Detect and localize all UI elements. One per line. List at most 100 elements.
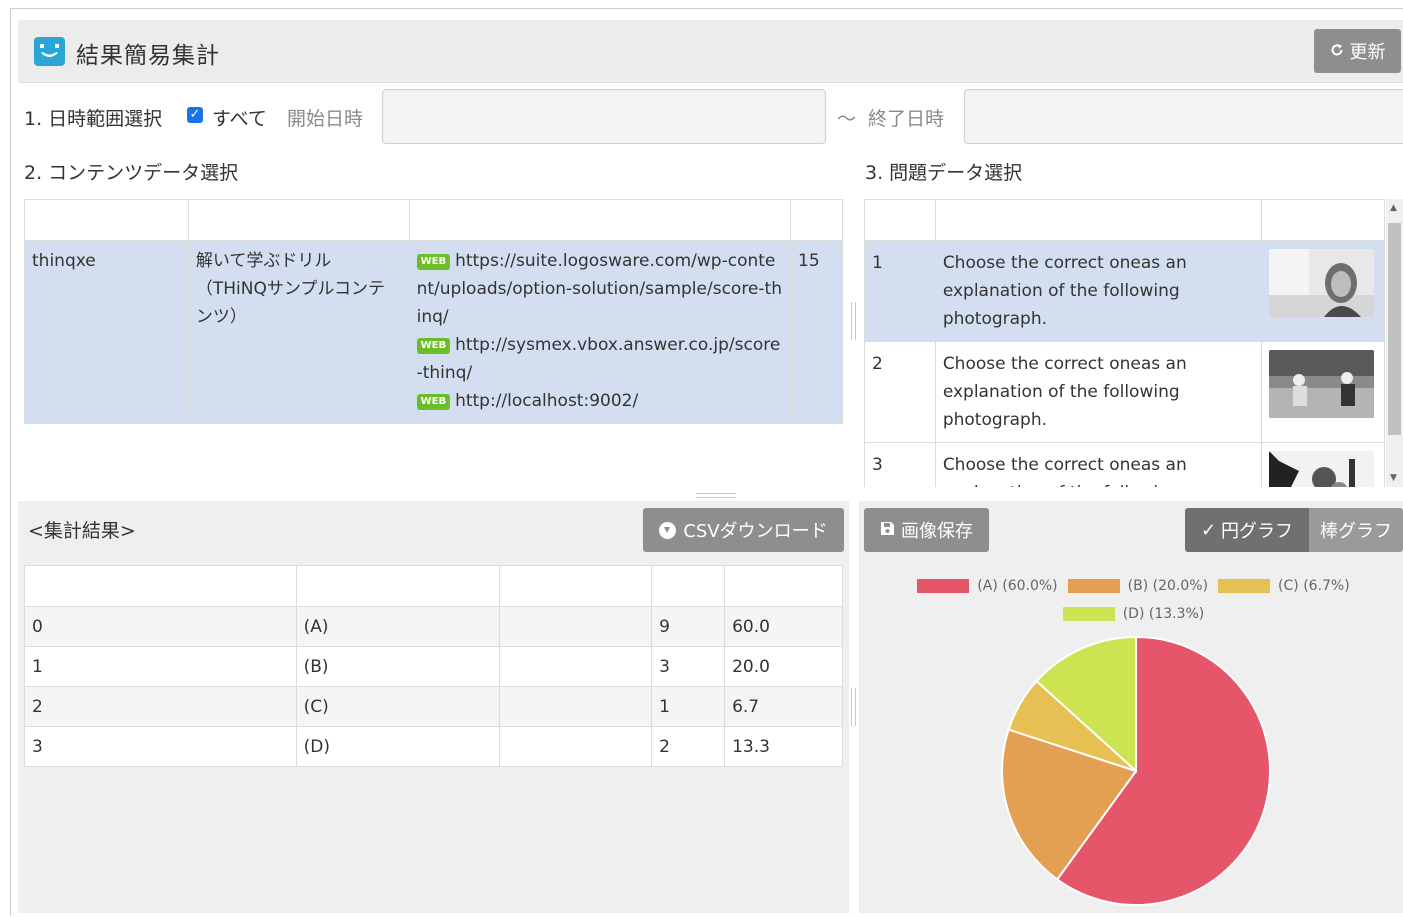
legend-row: (A) (60.0%) (B) (20.0%) (C) (6.7%) (864, 572, 1403, 600)
scroll-down-arrow-icon[interactable]: ▼ (1390, 473, 1397, 483)
chart-legend: (A) (60.0%) (B) (20.0%) (C) (6.7%) (D) (… (864, 572, 1403, 628)
column-header[interactable] (1261, 199, 1385, 241)
column-header[interactable] (408, 199, 792, 241)
column-header[interactable] (724, 565, 843, 607)
web-badge: WEB (416, 338, 451, 354)
result-index: 2 (24, 686, 297, 727)
result-index: 3 (24, 726, 297, 767)
result-choice: (C) (295, 686, 501, 727)
people-outdoors-photo (1269, 350, 1374, 418)
results-title: <集計結果> (28, 520, 136, 542)
column-header[interactable] (934, 199, 1263, 241)
content-table: thinqxe 解いて学ぶドリル（THiNQサンプルコンテンツ） WEB http… (24, 199, 843, 424)
result-choice: (D) (295, 726, 501, 767)
web-badge: WEB (416, 394, 451, 410)
save-image-label: 画像保存 (901, 521, 973, 542)
result-extra (499, 606, 653, 647)
result-index: 0 (24, 606, 297, 647)
column-header[interactable] (499, 565, 653, 607)
all-checkbox-label[interactable]: すべて (212, 104, 267, 131)
result-extra (499, 726, 653, 767)
page-title: 結果簡易集計 (76, 43, 220, 69)
legend-item[interactable]: (A) (60.0%) (917, 578, 1058, 594)
result-percent: 13.3 (724, 726, 843, 767)
content-row-selected[interactable]: thinqxe 解いて学ぶドリル（THiNQサンプルコンテンツ） WEB http… (24, 240, 843, 424)
result-count: 9 (651, 606, 726, 647)
column-header[interactable] (864, 199, 936, 241)
date-range-label: 1. 日時範囲選択 (24, 108, 163, 130)
content-link[interactable]: http://sysmex.vbox.answer.co.jp/score-th… (417, 335, 781, 383)
end-date-input[interactable] (964, 89, 1403, 144)
content-link[interactable]: https://suite.logosware.com/wp-content/u… (417, 251, 782, 327)
pie-chart-label: 円グラフ (1221, 521, 1294, 542)
scroll-thumb[interactable] (1388, 223, 1401, 435)
column-header[interactable] (651, 565, 726, 607)
question-section-label: 3. 問題データ選択 (865, 162, 1023, 184)
content-links-cell: WEB https://suite.logosware.com/wp-conten… (408, 240, 792, 424)
content-name-cell: 解いて学ぶドリル（THiNQサンプルコンテンツ） (187, 240, 410, 424)
smiley-app-icon (34, 37, 65, 66)
question-text: Choose the correct oneas an explanation … (934, 341, 1263, 443)
result-index: 1 (24, 646, 297, 687)
question-text: Choose the correct oneas an explanation … (934, 442, 1263, 487)
question-number: 1 (864, 240, 936, 342)
question-scrollbar[interactable]: ▲ ▼ (1386, 199, 1403, 487)
content-link[interactable]: http://localhost:9002/ (455, 391, 638, 411)
table-row: 0 (A) 9 60.0 (24, 606, 843, 647)
result-percent: 60.0 (724, 606, 843, 647)
bar-chart-label: 棒グラフ (1320, 521, 1392, 542)
page-header: 結果簡易集計 更新 (18, 20, 1403, 83)
question-number: 3 (864, 442, 936, 487)
column-header[interactable] (295, 565, 501, 607)
question-table-header (864, 199, 1385, 241)
range-separator: ～ (837, 108, 857, 130)
legend-label: (C) (6.7%) (1278, 578, 1350, 594)
result-extra (499, 686, 653, 727)
refresh-button[interactable]: 更新 (1314, 29, 1401, 73)
save-image-button[interactable]: 画像保存 (864, 508, 989, 552)
legend-swatch (917, 579, 970, 593)
question-image-cell (1261, 442, 1385, 487)
all-checkbox[interactable]: ✓ (187, 107, 203, 123)
vertical-splitter-handle[interactable] (851, 688, 856, 726)
column-header[interactable] (187, 199, 410, 241)
bar-chart-button[interactable]: 棒グラフ (1309, 508, 1403, 552)
refresh-label: 更新 (1349, 42, 1386, 63)
result-count: 3 (651, 646, 726, 687)
csv-download-button[interactable]: CSVダウンロード (643, 508, 844, 552)
question-table: 1 Choose the correct oneas an explanatio… (864, 199, 1385, 487)
result-extra (499, 646, 653, 687)
question-text: Choose the correct oneas an explanation … (934, 240, 1263, 342)
graphic-pattern-photo (1269, 451, 1374, 487)
table-row: 1 (B) 3 20.0 (24, 646, 843, 687)
download-icon (659, 521, 677, 539)
column-header[interactable] (24, 199, 189, 241)
refresh-icon (1330, 41, 1344, 62)
table-row: 3 (D) 2 13.3 (24, 726, 843, 767)
frame-top-border (10, 8, 1403, 9)
vertical-splitter-handle[interactable] (851, 302, 856, 340)
results-table-header (24, 565, 843, 607)
column-header[interactable] (790, 199, 843, 241)
legend-item[interactable]: (D) (13.3%) (1062, 606, 1204, 622)
horizontal-splitter-handle[interactable] (696, 493, 736, 498)
frame-left-border (10, 8, 11, 916)
legend-item[interactable]: (B) (20.0%) (1067, 578, 1208, 594)
content-section-label: 2. コンテンツデータ選択 (24, 162, 239, 184)
result-percent: 6.7 (724, 686, 843, 727)
legend-item[interactable]: (C) (6.7%) (1218, 578, 1350, 594)
content-count-cell: 15 (790, 240, 843, 424)
results-table: 0 (A) 9 60.0 1 (B) 3 20.0 2 (C) 1 6.7 3 … (24, 565, 843, 767)
question-row[interactable]: 3 Choose the correct oneas an explanatio… (864, 442, 1385, 487)
result-count: 1 (651, 686, 726, 727)
column-header[interactable] (24, 565, 297, 607)
scroll-up-arrow-icon[interactable]: ▲ (1390, 203, 1397, 213)
result-count: 2 (651, 726, 726, 767)
result-percent: 20.0 (724, 646, 843, 687)
pie-chart-button[interactable]: ✓ 円グラフ (1185, 508, 1309, 552)
start-date-input[interactable] (382, 89, 826, 144)
legend-swatch (1218, 579, 1271, 593)
question-row-selected[interactable]: 1 Choose the correct oneas an explanatio… (864, 240, 1385, 342)
csv-download-label: CSVダウンロード (683, 521, 828, 542)
question-row[interactable]: 2 Choose the correct oneas an explanatio… (864, 341, 1385, 443)
